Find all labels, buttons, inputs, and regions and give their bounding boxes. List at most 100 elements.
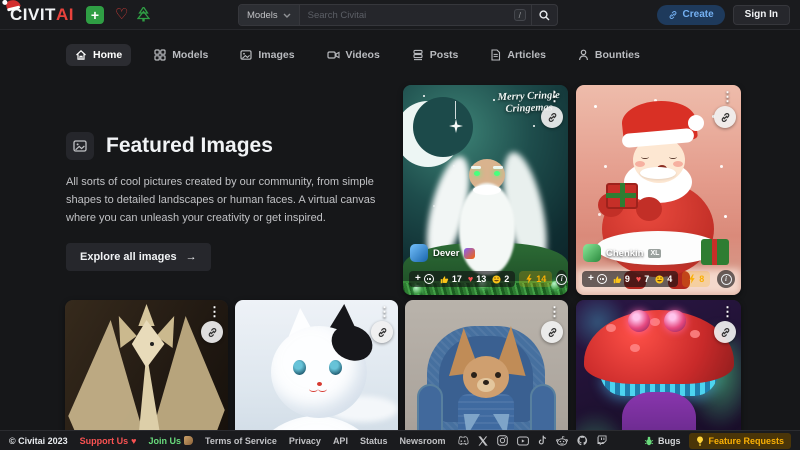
tiktok-icon[interactable] (538, 435, 547, 446)
laugh-reaction[interactable]: 2 (492, 274, 509, 284)
explore-all-images-button[interactable]: Explore all images → (66, 243, 211, 271)
reaction-chip-group[interactable]: + 9 ♥ 7 (582, 271, 678, 287)
footer-link-support-us[interactable]: Support Us ♥ (80, 436, 137, 446)
dog-head-shape (463, 356, 509, 398)
plus-icon: + (91, 8, 99, 22)
support-heart-button[interactable]: ♡ (115, 7, 128, 22)
avatar (583, 244, 601, 262)
main-navigation: Home Models Images Videos (66, 44, 649, 66)
reaction-chip-group[interactable]: + 17 ♥ 13 (409, 271, 515, 287)
bolt-icon (525, 274, 533, 284)
feature-requests-button[interactable]: Feature Requests (689, 433, 791, 449)
discord-icon[interactable] (457, 436, 469, 446)
section-description: All sorts of cool pictures created by ou… (66, 173, 392, 227)
twitch-icon[interactable] (597, 435, 607, 446)
origami-dragon-image (65, 300, 228, 450)
search-category-dropdown[interactable]: Models (239, 5, 300, 25)
image-card-wizard[interactable]: Merry Cringle Cringemas ⋮ Dever + (403, 85, 568, 295)
image-card-chihuahua[interactable]: ⋮ (405, 300, 568, 450)
like-reaction[interactable]: 9 (613, 274, 630, 284)
tab-images[interactable]: Images (231, 44, 303, 66)
card-menu-button[interactable]: ⋮ (548, 89, 561, 105)
zap-reaction[interactable]: 8 (682, 271, 710, 287)
card-info-button[interactable]: i (717, 270, 735, 288)
search-input[interactable] (300, 5, 514, 25)
bolt-icon (688, 274, 696, 284)
create-button-label: Create (683, 9, 714, 20)
thumbs-up-icon (440, 275, 449, 284)
mushroom-skull-image (576, 300, 741, 450)
card-copy-link-button[interactable] (201, 321, 223, 343)
info-icon: i (556, 274, 567, 285)
reaction-bar: + 9 ♥ 7 (582, 270, 735, 288)
tab-images-label: Images (258, 49, 294, 61)
gift-box-shape (701, 239, 729, 265)
youtube-icon[interactable] (517, 436, 529, 446)
tab-bounties[interactable]: Bounties (569, 44, 649, 66)
card-copy-link-button[interactable] (371, 321, 393, 343)
add-reaction-button[interactable]: + (588, 274, 607, 284)
search-button[interactable] (531, 5, 557, 25)
card-user-row[interactable]: Chenkin XL (583, 244, 661, 262)
card-copy-link-button[interactable] (541, 321, 563, 343)
bugs-button[interactable]: Bugs (644, 436, 681, 446)
bug-icon (644, 436, 654, 446)
footer-link-status[interactable]: Status (360, 436, 388, 446)
posts-stack-icon (412, 49, 424, 61)
reddit-icon[interactable] (556, 436, 568, 446)
card-menu-button[interactable]: ⋮ (721, 89, 734, 105)
tab-videos-label: Videos (346, 49, 380, 61)
civitai-logo[interactable]: CIVIT AI (10, 5, 74, 25)
upload-plus-button[interactable]: + (86, 6, 104, 24)
search-shortcut-key: / (514, 9, 526, 22)
image-card-santa[interactable]: ⋮ Chenkin XL + 9 (576, 85, 741, 295)
stars-shape (423, 95, 425, 97)
laugh-reaction[interactable]: 4 (655, 274, 672, 284)
user-badge (464, 248, 475, 259)
card-menu-button[interactable]: ⋮ (548, 304, 561, 320)
github-icon[interactable] (577, 435, 588, 446)
picture-icon (73, 139, 87, 153)
image-card-cat-snowman[interactable]: ⋮ (235, 300, 398, 450)
add-reaction-button[interactable]: + (415, 274, 434, 284)
image-card-origami-dragon[interactable]: ⋮ (65, 300, 228, 450)
like-reaction[interactable]: 17 (440, 274, 462, 284)
card-copy-link-button[interactable] (541, 106, 563, 128)
card-menu-button[interactable]: ⋮ (378, 304, 391, 320)
card-user-row[interactable]: Dever (410, 244, 475, 262)
bugs-label: Bugs (658, 436, 681, 446)
card-copy-link-button[interactable] (714, 321, 736, 343)
footer-link-join-us[interactable]: Join Us (149, 436, 194, 446)
bounty-person-icon (578, 49, 589, 61)
user-badge-xl: XL (648, 249, 661, 258)
holiday-tree-button[interactable] (137, 7, 150, 22)
card-copy-link-button[interactable] (714, 106, 736, 128)
laugh-icon (492, 275, 501, 284)
image-card-mushroom-skull[interactable]: ⋮ (576, 300, 741, 450)
christmas-tree-icon (137, 7, 150, 22)
instagram-icon[interactable] (497, 435, 508, 446)
card-menu-button[interactable]: ⋮ (721, 304, 734, 320)
x-twitter-icon[interactable] (478, 436, 488, 446)
star-shape (449, 119, 463, 133)
civitai-homepage: CIVIT AI + ♡ Models / (0, 0, 800, 450)
heart-reaction[interactable]: ♥ 7 (636, 274, 649, 284)
footer-link-terms[interactable]: Terms of Service (205, 436, 277, 446)
tab-models[interactable]: Models (145, 44, 217, 66)
footer-link-newsroom[interactable]: Newsroom (399, 436, 445, 446)
tab-articles[interactable]: Articles (481, 44, 555, 66)
zap-reaction[interactable]: 14 (519, 271, 552, 287)
join-us-emoji-icon (184, 436, 193, 445)
heart-reaction[interactable]: ♥ 13 (468, 274, 486, 284)
create-button[interactable]: Create (657, 5, 725, 25)
footer-link-api[interactable]: API (333, 436, 348, 446)
cat-snowman-image (235, 300, 398, 450)
card-menu-button[interactable]: ⋮ (208, 304, 221, 320)
footer-link-privacy[interactable]: Privacy (289, 436, 321, 446)
tab-posts[interactable]: Posts (403, 44, 468, 66)
sign-in-button[interactable]: Sign In (733, 5, 790, 25)
link-icon (720, 327, 731, 338)
username: Dever (433, 248, 459, 259)
tab-videos[interactable]: Videos (318, 44, 389, 66)
tab-home[interactable]: Home (66, 44, 131, 66)
